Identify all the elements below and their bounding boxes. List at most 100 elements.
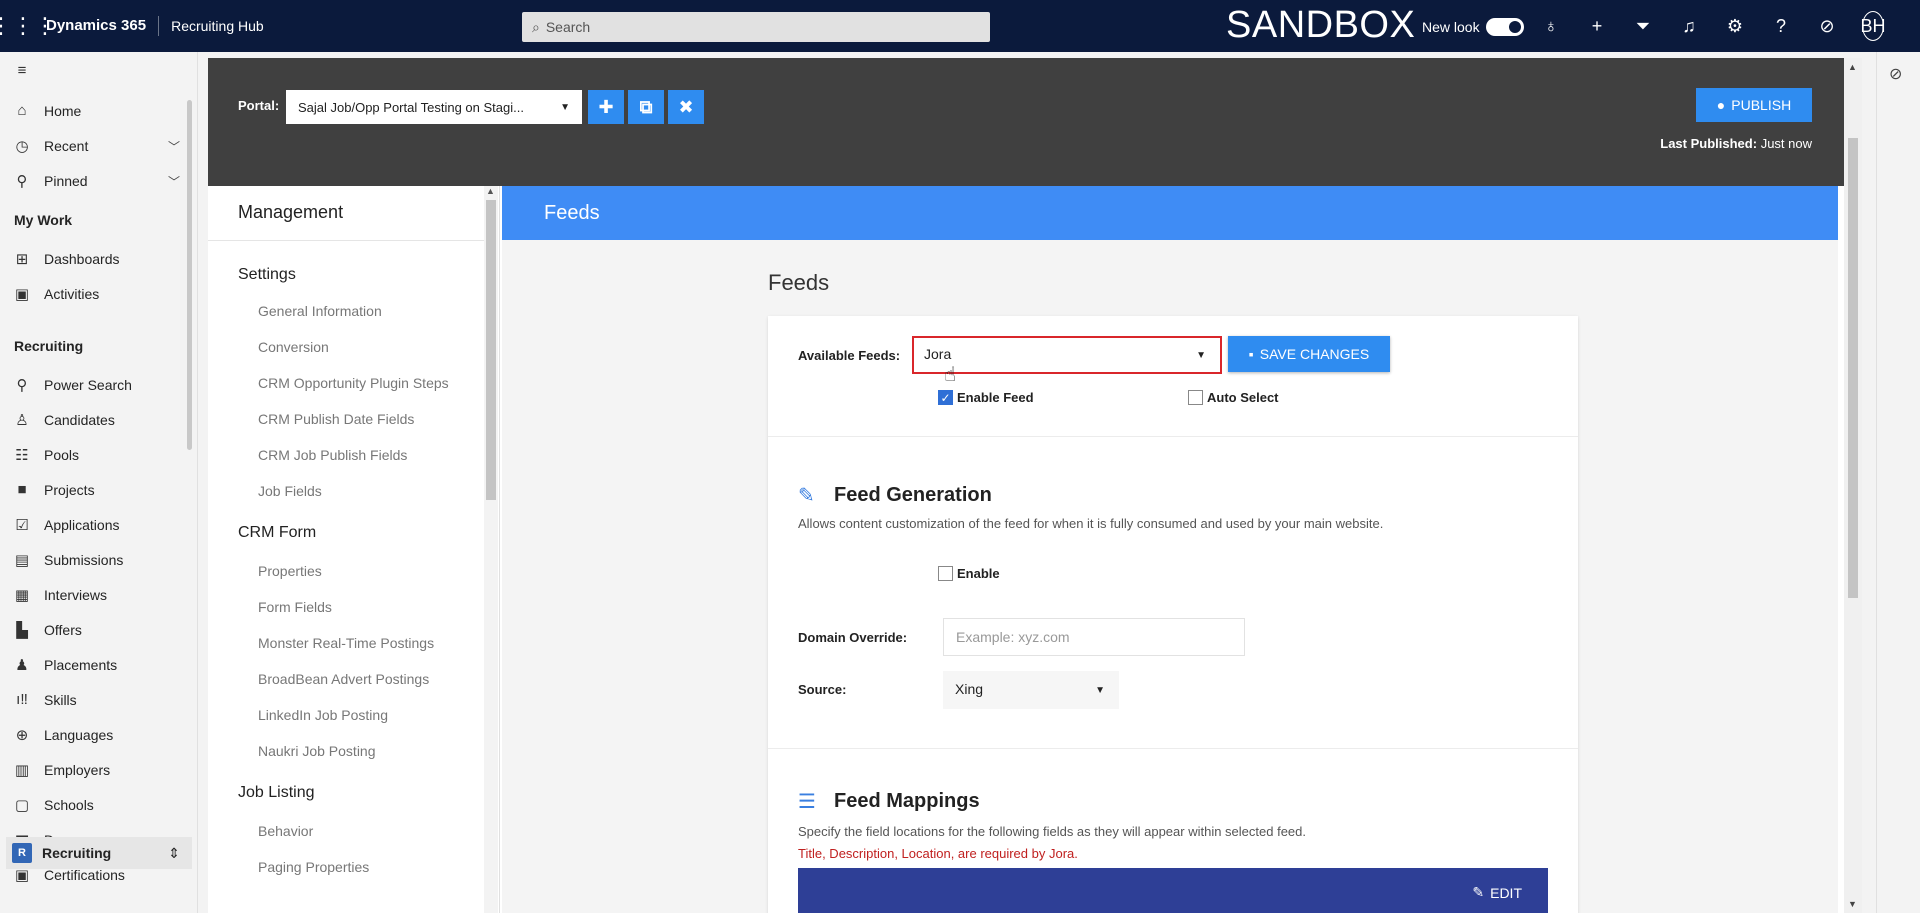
nav-item-pinned[interactable]: ⚲ Pinned ﹀ — [14, 172, 181, 190]
domain-override-label: Domain Override: — [798, 630, 908, 645]
abc-icon: ▢ — [14, 797, 30, 814]
link-crm-opportunity-plugin-steps[interactable]: CRM Opportunity Plugin Steps — [258, 375, 449, 391]
management-panel: Management Settings General Information … — [208, 186, 500, 913]
chevron-down-icon[interactable]: ﹀ — [168, 173, 180, 190]
auto-select-checkbox[interactable]: Auto Select — [1188, 390, 1279, 405]
copy-icon: ⧉ — [639, 96, 653, 117]
edit-button[interactable]: ✎ EDIT — [1472, 884, 1522, 901]
avatar[interactable]: BH — [1861, 11, 1886, 41]
scroll-up-icon[interactable]: ▲ — [1848, 62, 1857, 72]
feeds-title: Feeds — [768, 270, 830, 295]
copilot-icon[interactable]: ⊘ — [1816, 16, 1838, 37]
copy-portal-button[interactable]: ⧉ — [628, 90, 664, 124]
hub-name[interactable]: Recruiting Hub — [159, 18, 489, 34]
source-select[interactable]: Xing ▼ — [943, 671, 1119, 709]
app-launcher-icon[interactable]: ⋮⋮⋮ — [0, 0, 56, 52]
nav-item-offers[interactable]: ▙ Offers — [14, 621, 174, 639]
generation-enable-checkbox[interactable]: Enable — [938, 566, 1000, 581]
scroll-down-icon[interactable]: ▼ — [1848, 899, 1857, 909]
nav-item-activities[interactable]: ▣ Activities — [14, 285, 174, 303]
link-general-information[interactable]: General Information — [258, 303, 382, 319]
search-box[interactable]: ⌕ Search — [522, 12, 990, 42]
available-feeds-select[interactable]: Jora ▼ — [912, 336, 1222, 374]
feed-generation-title: ✎ Feed Generation — [798, 484, 992, 507]
nav-scrollbar[interactable] — [187, 100, 192, 450]
my-work-heading: My Work — [14, 212, 73, 228]
domain-override-input[interactable]: Example: xyz.com — [943, 618, 1245, 656]
filter-icon[interactable]: ⏷ — [1632, 16, 1654, 37]
publish-button[interactable]: ● PUBLISH — [1696, 88, 1812, 122]
area-switcher[interactable]: R Recruiting ⇕ — [6, 837, 192, 869]
link-properties[interactable]: Properties — [258, 563, 322, 579]
link-linkedin-posting[interactable]: LinkedIn Job Posting — [258, 707, 388, 723]
delete-portal-button[interactable]: ✖ — [668, 90, 704, 124]
portal-select[interactable]: Sajal Job/Opp Portal Testing on Stagi...… — [286, 90, 582, 124]
pencil-icon: ✎ — [1472, 884, 1485, 900]
group-settings: Settings — [238, 266, 296, 283]
nav-item-power-search[interactable]: ⚲ Power Search — [14, 376, 174, 394]
scroll-up-icon[interactable]: ▲ — [486, 186, 495, 196]
nav-item-projects[interactable]: ■ Projects — [14, 481, 174, 498]
dashboard-icon: ⊞ — [15, 251, 29, 268]
chevron-updown-icon[interactable]: ⇕ — [168, 845, 180, 862]
link-conversion[interactable]: Conversion — [258, 339, 329, 355]
nav-item-recent[interactable]: ◷ Recent ﹀ — [14, 137, 180, 155]
recruiting-heading: Recruiting — [14, 338, 84, 354]
bell-icon[interactable]: ♫ — [1678, 16, 1700, 37]
hamburger-icon[interactable]: ≡ — [14, 62, 174, 79]
nav-item-schools[interactable]: ▢ Schools — [14, 796, 174, 814]
area-label: Recruiting — [42, 845, 112, 861]
plus-icon[interactable]: + — [1586, 16, 1608, 37]
nav-item-dashboards[interactable]: ⊞ Dashboards — [14, 250, 174, 268]
portal-bar: Portal: Sajal Job/Opp Portal Testing on … — [208, 58, 1844, 186]
nav-item-candidates[interactable]: ♙ Candidates — [14, 411, 174, 429]
link-monster-postings[interactable]: Monster Real-Time Postings — [258, 635, 434, 651]
link-behavior[interactable]: Behavior — [258, 823, 313, 839]
link-broadbean-postings[interactable]: BroadBean Advert Postings — [258, 671, 429, 687]
plus-icon: ✚ — [598, 96, 614, 117]
main-scrollbar[interactable]: ▲ ▼ — [1844, 58, 1862, 913]
pin-icon: ⚲ — [16, 173, 28, 190]
nav-item-languages[interactable]: ⊕ Languages — [14, 726, 174, 744]
chevron-down-icon[interactable]: ﹀ — [168, 138, 180, 155]
nav-item-home[interactable]: ⌂ Home — [14, 102, 174, 119]
nav-item-submissions[interactable]: ▤ Submissions — [14, 551, 174, 569]
new-look-label: New look — [1422, 19, 1480, 35]
lightbulb-icon[interactable]: ♁ — [1540, 16, 1562, 37]
help-icon[interactable]: ? — [1770, 16, 1792, 37]
available-feeds-label: Available Feeds: — [798, 348, 901, 363]
link-crm-job-publish-fields[interactable]: CRM Job Publish Fields — [258, 447, 407, 463]
toggle-switch[interactable] — [1485, 18, 1524, 36]
new-look-toggle[interactable]: New look — [1422, 18, 1524, 36]
app-name[interactable]: Dynamics 365 — [46, 16, 160, 36]
link-job-fields[interactable]: Job Fields — [258, 483, 322, 499]
save-changes-button[interactable]: ▪ SAVE CHANGES — [1228, 336, 1390, 372]
save-icon: ▪ — [1248, 346, 1254, 362]
nav-item-skills[interactable]: ı‼ Skills — [14, 691, 174, 708]
nav-item-pools[interactable]: ☷ Pools — [14, 446, 174, 464]
people-icon: ♟ — [15, 657, 29, 674]
globe-icon: ⊕ — [15, 727, 29, 744]
nav-item-placements[interactable]: ♟ Placements — [14, 656, 174, 674]
feed-generation-desc: Allows content customization of the feed… — [798, 516, 1384, 531]
dropdown-arrow-icon: ▼ — [1196, 350, 1206, 361]
link-form-fields[interactable]: Form Fields — [258, 599, 332, 615]
main-area: Portal: Sajal Job/Opp Portal Testing on … — [208, 58, 1844, 913]
portal-label: Portal: — [238, 98, 280, 113]
management-scrollbar[interactable]: ▲ — [484, 186, 498, 913]
gear-icon[interactable]: ⚙ — [1724, 16, 1746, 37]
enable-feed-checkbox[interactable]: ✓ Enable Feed — [938, 390, 1034, 405]
nav-item-employers[interactable]: ▥ Employers — [14, 761, 174, 779]
nav-item-applications[interactable]: ☑ Applications — [14, 516, 174, 534]
nav-item-interviews[interactable]: ▦ Interviews — [14, 586, 174, 604]
id-card-icon: ▤ — [14, 552, 30, 569]
area-badge: R — [12, 843, 32, 863]
link-paging-properties[interactable]: Paging Properties — [258, 859, 369, 875]
link-crm-publish-date-fields[interactable]: CRM Publish Date Fields — [258, 411, 414, 427]
add-portal-button[interactable]: ✚ — [588, 90, 624, 124]
link-naukri-posting[interactable]: Naukri Job Posting — [258, 743, 376, 759]
copilot-icon[interactable]: ⊘ — [1889, 64, 1902, 84]
home-icon: ⌂ — [17, 102, 27, 119]
top-icons: ♁ + ⏷ ♫ ⚙ ? ⊘ BH — [1540, 0, 1886, 52]
source-label: Source: — [798, 682, 847, 697]
